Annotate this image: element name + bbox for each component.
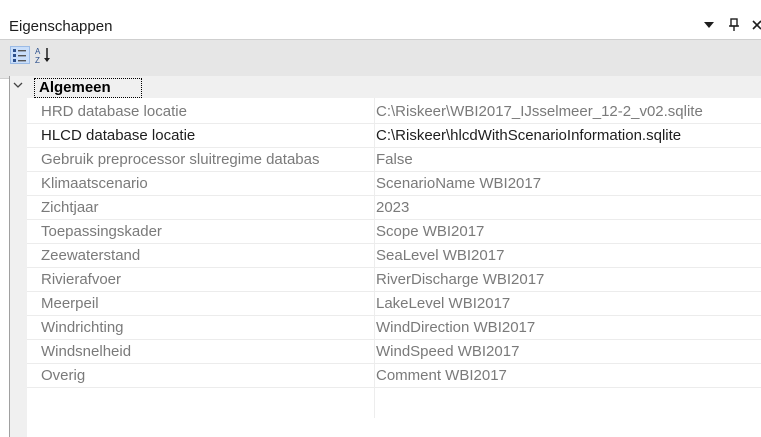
property-row[interactable]: Rivierafvoer RiverDischarge WBI2017 bbox=[27, 268, 761, 292]
property-value[interactable]: False bbox=[376, 151, 761, 168]
panel-titlebar: Eigenschappen bbox=[0, 0, 761, 38]
property-name: Klimaatscenario bbox=[41, 175, 148, 192]
property-name: Overig bbox=[41, 367, 86, 384]
property-name: Rivierafvoer bbox=[41, 271, 122, 288]
property-row[interactable]: Toepassingskader Scope WBI2017 bbox=[27, 220, 761, 244]
property-row[interactable]: Klimaatscenario ScenarioName WBI2017 bbox=[27, 172, 761, 196]
property-name: HLCD database locatie bbox=[41, 127, 196, 144]
property-row[interactable]: Meerpeil LakeLevel WBI2017 bbox=[27, 292, 761, 316]
property-name: Gebruik preprocessor sluitregime databas bbox=[41, 151, 320, 168]
property-name: Windrichting bbox=[41, 319, 124, 336]
categorized-view-button[interactable] bbox=[10, 46, 30, 64]
properties-panel: Eigenschappen A Z Algemeen HRD database … bbox=[0, 0, 761, 437]
property-value[interactable]: Comment WBI2017 bbox=[376, 367, 761, 384]
property-value[interactable]: ScenarioName WBI2017 bbox=[376, 175, 761, 192]
categorized-icon bbox=[13, 49, 26, 62]
category-label: Algemeen bbox=[34, 78, 142, 98]
property-value[interactable]: WindSpeed WBI2017 bbox=[376, 343, 761, 360]
category-algemeen[interactable]: Algemeen bbox=[10, 76, 761, 98]
pin-icon[interactable] bbox=[728, 18, 740, 37]
property-row[interactable]: Overig Comment WBI2017 bbox=[27, 364, 761, 388]
property-value[interactable]: LakeLevel WBI2017 bbox=[376, 295, 761, 312]
panel-title: Eigenschappen bbox=[9, 18, 113, 35]
property-row[interactable]: Gebruik preprocessor sluitregime databas… bbox=[27, 148, 761, 172]
property-name: Toepassingskader bbox=[41, 223, 162, 240]
sort-alphabetical-icon: A Z bbox=[35, 47, 50, 65]
property-value[interactable]: SeaLevel WBI2017 bbox=[376, 247, 761, 264]
svg-text:A: A bbox=[35, 47, 41, 56]
dropdown-icon[interactable] bbox=[703, 18, 715, 36]
property-grid: Algemeen HRD database locatie C:\Riskeer\… bbox=[9, 76, 761, 437]
property-name: Zichtjaar bbox=[41, 199, 99, 216]
property-row[interactable]: Zichtjaar 2023 bbox=[27, 196, 761, 220]
svg-text:Z: Z bbox=[35, 56, 40, 64]
property-name: Meerpeil bbox=[41, 295, 99, 312]
property-row[interactable]: Windsnelheid WindSpeed WBI2017 bbox=[27, 340, 761, 364]
property-row[interactable]: Windrichting WindDirection WBI2017 bbox=[27, 316, 761, 340]
close-icon[interactable] bbox=[752, 18, 761, 36]
property-name: Zeewaterstand bbox=[41, 247, 141, 264]
property-row[interactable]: Zeewaterstand SeaLevel WBI2017 bbox=[27, 244, 761, 268]
grid-gutter bbox=[10, 76, 27, 437]
property-row[interactable]: HRD database locatie C:\Riskeer\WBI2017_I… bbox=[27, 100, 761, 124]
alphabetical-sort-button[interactable]: A Z bbox=[34, 46, 54, 65]
property-name: HRD database locatie bbox=[41, 103, 187, 120]
property-value[interactable]: C:\Riskeer\WBI2017_IJsselmeer_12-2_v02.s… bbox=[376, 103, 761, 120]
property-value[interactable]: RiverDischarge WBI2017 bbox=[376, 271, 761, 288]
property-value[interactable]: WindDirection WBI2017 bbox=[376, 319, 761, 336]
chevron-down-icon[interactable] bbox=[13, 78, 23, 93]
property-value[interactable]: 2023 bbox=[376, 199, 761, 216]
property-name: Windsnelheid bbox=[41, 343, 132, 360]
property-value[interactable]: Scope WBI2017 bbox=[376, 223, 761, 240]
properties-toolbar: A Z bbox=[0, 39, 761, 79]
property-row[interactable]: HLCD database locatie C:\Riskeer\hlcdWith… bbox=[27, 124, 761, 148]
property-value[interactable]: C:\Riskeer\hlcdWithScenarioInformation.s… bbox=[376, 127, 761, 144]
